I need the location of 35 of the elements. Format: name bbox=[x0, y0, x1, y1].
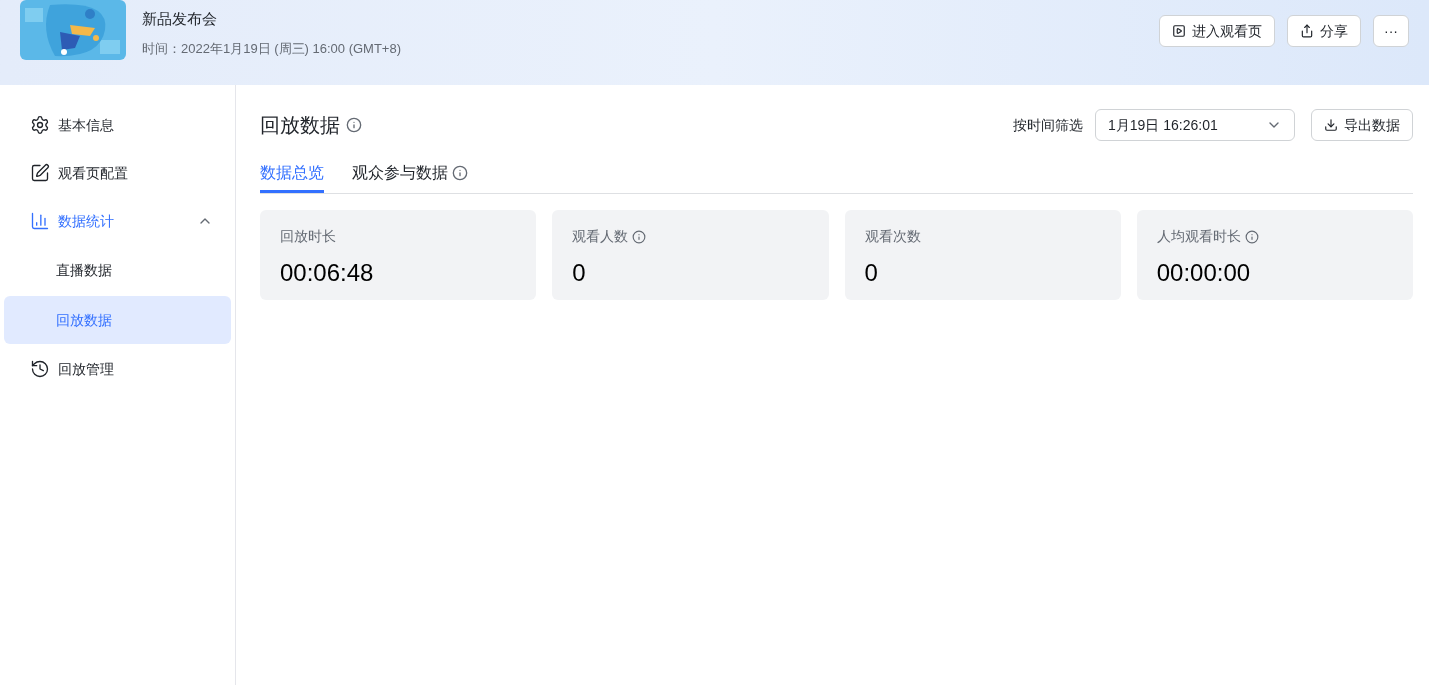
page-title: 回放数据 bbox=[260, 113, 340, 138]
replay-icon bbox=[30, 359, 50, 379]
export-button[interactable]: 导出数据 bbox=[1311, 109, 1413, 141]
bar-chart-icon bbox=[30, 211, 50, 231]
sidebar-item[interactable]: 观看页配置 bbox=[4, 149, 231, 197]
event-title: 新品发布会 bbox=[142, 9, 218, 29]
filter-label: 按时间筛选 bbox=[1013, 115, 1083, 135]
stat-label: 人均观看时长 bbox=[1156, 227, 1241, 246]
info-icon[interactable] bbox=[632, 229, 647, 244]
time-select[interactable]: 1月19日 16:26:01 bbox=[1095, 109, 1295, 141]
stat-value: 0 bbox=[572, 258, 587, 288]
sidebar-subitem[interactable]: 回放数据 bbox=[4, 296, 231, 344]
info-icon[interactable] bbox=[346, 117, 362, 133]
sidebar-subitem[interactable]: 直播数据 bbox=[4, 246, 231, 294]
play-icon bbox=[1172, 24, 1186, 38]
share-icon bbox=[1300, 24, 1314, 38]
share-button[interactable]: 分享 bbox=[1287, 15, 1361, 47]
tab[interactable]: 数据总览 bbox=[260, 155, 324, 193]
download-icon bbox=[1324, 118, 1338, 132]
sidebar-item[interactable]: 数据统计 bbox=[4, 197, 231, 245]
event-time: 时间：2022年1月19日 (周三) 16:00 (GMT+8) bbox=[142, 39, 401, 58]
stat-value: 00:06:48 bbox=[280, 258, 375, 288]
more-button[interactable]: ··· bbox=[1373, 15, 1409, 47]
settings-icon bbox=[30, 115, 50, 135]
stat-label: 观看人数 bbox=[572, 227, 629, 246]
stat-value: 0 bbox=[864, 258, 879, 288]
stat-value: 00:00:00 bbox=[1156, 258, 1252, 288]
sidebar-item[interactable]: 基本信息 bbox=[4, 101, 231, 149]
edit-icon bbox=[30, 163, 50, 183]
sidebar-item[interactable]: 回放管理 bbox=[4, 345, 231, 393]
watch-button[interactable]: 进入观看页 bbox=[1159, 15, 1275, 47]
tab[interactable]: 观众参与数据 bbox=[352, 155, 468, 193]
info-icon[interactable] bbox=[1244, 229, 1259, 244]
stat-label: 回放时长 bbox=[280, 227, 336, 246]
stat-label: 观看次数 bbox=[864, 227, 921, 246]
